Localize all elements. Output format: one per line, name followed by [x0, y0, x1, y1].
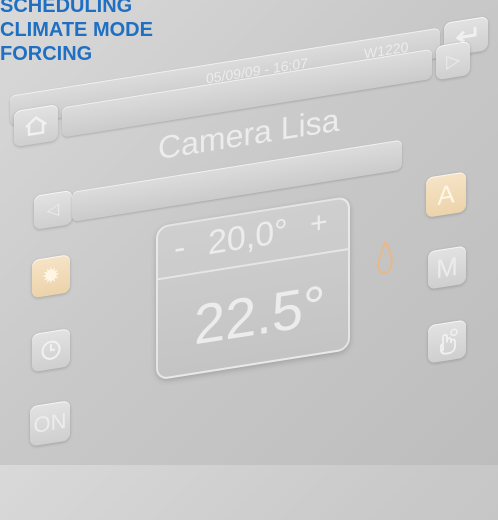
power-label: ON: [33, 407, 67, 438]
current-temperature: 22.5°: [194, 272, 326, 357]
sun-icon: ✹: [41, 261, 61, 290]
sun-mode-button[interactable]: ✹: [32, 254, 70, 299]
manual-mode-label: M: [436, 250, 458, 284]
setpoint-minus-button[interactable]: -: [174, 228, 185, 269]
thermostat-panel: 05/09/09 - 16:07 W1220 ▷ Camera Lisa ◁ A…: [8, 0, 498, 520]
clock-icon: [41, 340, 61, 360]
prev-room-button[interactable]: ◁: [34, 189, 72, 230]
clock-button[interactable]: [32, 328, 70, 373]
triangle-right-icon: ▷: [446, 48, 460, 72]
forcing-button[interactable]: [428, 319, 466, 364]
next-room-button[interactable]: ▷: [436, 40, 470, 81]
flame-icon: [377, 239, 393, 274]
setpoint-plus-button[interactable]: +: [310, 205, 328, 242]
auto-mode-button[interactable]: A: [426, 171, 466, 218]
home-button[interactable]: [14, 104, 58, 148]
auto-mode-label: A: [437, 177, 455, 211]
setpoint-value: 20,0°: [208, 211, 288, 263]
triangle-left-icon: ◁: [46, 200, 60, 220]
power-button[interactable]: ON: [30, 400, 70, 447]
home-icon: [25, 115, 47, 137]
hand-pointer-icon: [440, 328, 458, 355]
temperature-display: - 20,0° + 22.5°: [156, 195, 350, 381]
manual-mode-button[interactable]: M: [428, 245, 466, 290]
